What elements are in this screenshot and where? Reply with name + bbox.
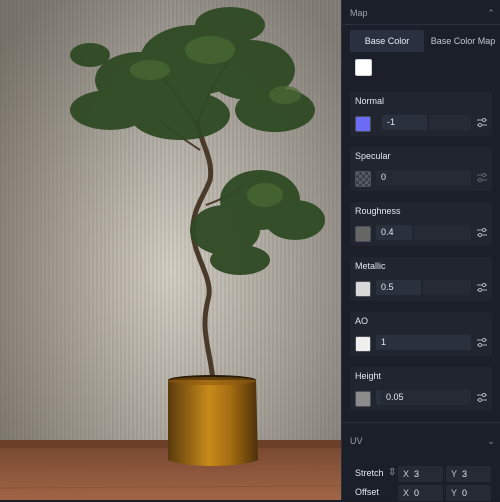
stretch-y-value: 3 bbox=[462, 469, 468, 479]
roughness-value-field[interactable]: 0.4 bbox=[376, 225, 412, 240]
height-swatch[interactable] bbox=[355, 391, 371, 407]
ao-value-field[interactable]: 1 bbox=[376, 335, 471, 350]
uv-offset-row: Offset X0 Y0 bbox=[350, 484, 492, 502]
stretch-y-field[interactable]: Y3 bbox=[446, 466, 491, 482]
x-axis-label: X bbox=[403, 488, 410, 498]
divider bbox=[342, 422, 500, 423]
height-label: Height bbox=[355, 371, 382, 381]
roughness-slider-track[interactable] bbox=[414, 225, 471, 240]
height-property: Height 0.05 bbox=[350, 367, 492, 411]
metallic-value-field[interactable]: 0.5 bbox=[376, 280, 421, 295]
ao-swatch[interactable] bbox=[355, 336, 371, 352]
offset-y-value: 0 bbox=[462, 488, 468, 498]
roughness-swatch[interactable] bbox=[355, 226, 371, 242]
offset-x-field[interactable]: X0 bbox=[398, 485, 443, 501]
material-properties-panel: Map ⌃ Base Color Base Color Map Normal -… bbox=[341, 0, 500, 502]
chevron-down-icon[interactable]: ⌄ bbox=[486, 436, 496, 446]
uv-section-title: UV bbox=[350, 436, 363, 446]
tab-base-color-map[interactable]: Base Color Map bbox=[426, 30, 500, 52]
stretch-x-value: 3 bbox=[414, 469, 420, 479]
sliders-icon[interactable] bbox=[476, 392, 488, 403]
specular-value-field[interactable]: 0 bbox=[376, 170, 471, 185]
chevron-up-icon[interactable]: ⌃ bbox=[486, 8, 496, 18]
normal-swatch[interactable] bbox=[355, 116, 371, 132]
metallic-label: Metallic bbox=[355, 261, 386, 271]
sliders-icon[interactable] bbox=[476, 117, 488, 128]
stretch-x-field[interactable]: X3 bbox=[398, 466, 443, 482]
metallic-swatch[interactable] bbox=[355, 281, 371, 297]
roughness-label: Roughness bbox=[355, 206, 401, 216]
offset-label: Offset bbox=[355, 487, 379, 497]
offset-x-value: 0 bbox=[414, 488, 420, 498]
divider bbox=[342, 24, 500, 25]
3d-viewport[interactable] bbox=[0, 0, 341, 500]
map-tabs: Base Color Base Color Map bbox=[350, 30, 500, 52]
metallic-property: Metallic 0.5 bbox=[350, 257, 492, 301]
roughness-property: Roughness 0.4 bbox=[350, 202, 492, 246]
base-color-swatch[interactable] bbox=[355, 59, 372, 76]
uv-stretch-row: Stretch ⇳ X3 Y3 bbox=[350, 465, 492, 483]
y-axis-label: Y bbox=[451, 469, 458, 479]
height-value-field[interactable]: 0.05 bbox=[381, 390, 471, 405]
scene-render bbox=[0, 0, 341, 500]
metallic-slider-track[interactable] bbox=[423, 280, 471, 295]
map-section-title: Map bbox=[350, 8, 368, 18]
specular-swatch[interactable] bbox=[355, 171, 371, 187]
ao-property: AO 1 bbox=[350, 312, 492, 356]
offset-y-field[interactable]: Y0 bbox=[446, 485, 491, 501]
sliders-icon[interactable] bbox=[476, 282, 488, 293]
specular-label: Specular bbox=[355, 151, 391, 161]
normal-slider-track[interactable] bbox=[429, 115, 471, 130]
ao-label: AO bbox=[355, 316, 369, 326]
y-axis-label: Y bbox=[451, 488, 458, 498]
normal-value-field[interactable]: -1 bbox=[382, 115, 427, 130]
sliders-icon[interactable] bbox=[476, 337, 488, 348]
x-axis-label: X bbox=[403, 469, 410, 479]
sliders-icon[interactable] bbox=[476, 227, 488, 238]
normal-property: Normal -1 bbox=[350, 92, 492, 136]
specular-property: Specular 0 bbox=[350, 147, 492, 191]
stretch-label: Stretch bbox=[355, 468, 384, 478]
link-icon[interactable]: ⇳ bbox=[388, 467, 396, 478]
tab-base-color[interactable]: Base Color bbox=[350, 30, 424, 52]
sliders-icon[interactable] bbox=[476, 172, 488, 183]
normal-label: Normal bbox=[355, 96, 385, 106]
